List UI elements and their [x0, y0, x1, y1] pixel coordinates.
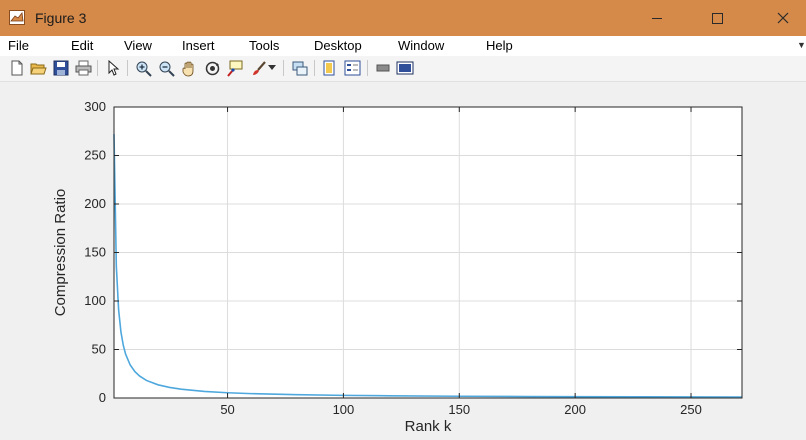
menu-file[interactable]: File — [8, 38, 29, 53]
link-plot-icon[interactable] — [290, 59, 308, 77]
y-axis-label: Compression Ratio — [52, 189, 69, 317]
y-tick-label: 0 — [99, 390, 106, 405]
y-tick-label: 150 — [84, 245, 106, 260]
menu-view[interactable]: View — [124, 38, 152, 53]
menu-tools[interactable]: Tools — [249, 38, 279, 53]
menubar-overflow-icon[interactable]: ▼ — [797, 40, 806, 50]
print-icon[interactable] — [74, 59, 92, 77]
minimize-button[interactable] — [634, 0, 680, 36]
insert-legend-icon[interactable] — [343, 59, 361, 77]
save-icon[interactable] — [52, 59, 70, 77]
pan-hand-icon[interactable] — [180, 59, 198, 77]
x-tick-label: 150 — [448, 402, 470, 417]
toolbar-separator — [127, 60, 128, 76]
menu-desktop[interactable]: Desktop — [314, 38, 362, 53]
y-tick-label: 50 — [92, 342, 106, 357]
window-title: Figure 3 — [35, 10, 87, 26]
x-tick-label: 50 — [220, 402, 234, 417]
y-tick-label: 300 — [84, 99, 106, 114]
data-cursor-icon[interactable] — [226, 59, 244, 77]
title-bar: Figure 3 — [0, 0, 806, 36]
x-tick-label: 100 — [333, 402, 355, 417]
brush-dropdown-icon[interactable] — [267, 59, 277, 77]
toolbar-separator — [97, 60, 98, 76]
new-figure-icon[interactable] — [8, 59, 26, 77]
maximize-icon — [711, 12, 723, 24]
x-tick-label: 200 — [564, 402, 586, 417]
y-tick-label: 200 — [84, 196, 106, 211]
menu-insert[interactable]: Insert — [182, 38, 215, 53]
rotate-3d-icon[interactable] — [203, 59, 221, 77]
show-plot-tools-icon[interactable] — [396, 59, 414, 77]
close-button[interactable] — [760, 0, 806, 36]
y-tick-label: 250 — [84, 148, 106, 163]
x-axis-label: Rank k — [405, 418, 452, 435]
open-file-icon[interactable] — [29, 59, 47, 77]
plot-svg[interactable]: 50 100 150 200 250 0 50 100 150 200 250 300 Rank k Co… — [0, 82, 806, 435]
menu-edit[interactable]: Edit — [71, 38, 93, 53]
hide-plot-tools-icon[interactable] — [374, 59, 392, 77]
close-icon — [777, 12, 789, 24]
menu-help[interactable]: Help — [486, 38, 513, 53]
toolbar-separator — [314, 60, 315, 76]
x-tick-label: 250 — [680, 402, 702, 417]
zoom-out-icon[interactable] — [157, 59, 175, 77]
brush-icon[interactable] — [249, 59, 267, 77]
y-tick-label: 100 — [84, 293, 106, 308]
edit-plot-arrow-icon[interactable] — [104, 59, 122, 77]
toolbar — [0, 56, 806, 82]
matlab-logo-icon — [9, 10, 25, 25]
toolbar-separator — [283, 60, 284, 76]
insert-colorbar-icon[interactable] — [320, 59, 338, 77]
toolbar-separator — [367, 60, 368, 76]
maximize-button[interactable] — [694, 0, 740, 36]
menu-bar: File Edit View Insert Tools Desktop Wind… — [0, 36, 806, 56]
minimize-icon — [652, 17, 662, 19]
menu-window[interactable]: Window — [398, 38, 444, 53]
zoom-in-icon[interactable] — [134, 59, 152, 77]
figure-canvas[interactable]: 50 100 150 200 250 0 50 100 150 200 250 300 Rank k Co… — [0, 82, 806, 435]
